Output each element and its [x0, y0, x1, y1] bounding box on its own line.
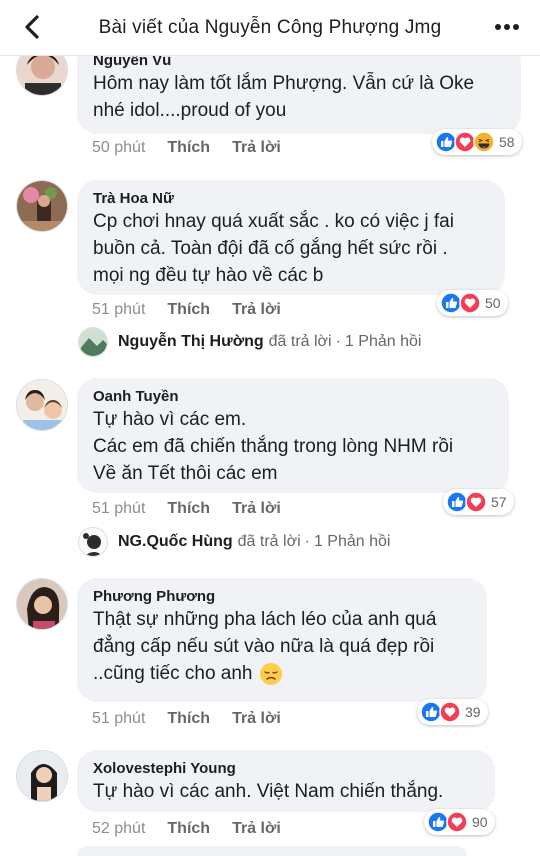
comment-meta: 51 phút Thích Trả lời [92, 710, 281, 728]
reply-count: 1 Phản hồi [344, 333, 422, 350]
comment-text-line: Tự hào vì các em. [93, 409, 247, 430]
comment-text-line: nhé idol....proud of you [93, 100, 287, 121]
reaction-summary[interactable]: 39 [417, 699, 488, 725]
comment-timestamp: 50 phút [92, 139, 146, 156]
reply-button[interactable]: Trả lời [232, 301, 281, 319]
reply-count: 1 Phản hồi [313, 533, 391, 550]
comment-timestamp: 51 phút [92, 500, 146, 517]
comment-timestamp: 52 phút [92, 820, 146, 837]
avatar [78, 327, 108, 357]
love-reaction-icon [446, 811, 468, 833]
avatar[interactable] [16, 750, 68, 802]
comment-text-line: Hôm nay làm tốt lắm Phượng. Vẫn cứ là Ok… [93, 73, 475, 94]
chevron-left-icon[interactable] [18, 12, 48, 42]
reaction-summary[interactable]: 58 [432, 129, 522, 155]
more-horizontal-icon[interactable] [494, 14, 520, 40]
comment-author[interactable]: Trà Hoa Nữ [93, 189, 489, 208]
comment-text-line: buồn cả. Toàn đội đã cố gắng hết sức rồi… [93, 238, 448, 259]
reaction-count: 58 [499, 134, 515, 150]
like-button[interactable]: Thích [167, 710, 210, 728]
reply-button[interactable]: Trả lời [232, 139, 281, 157]
comment-text-line: Về ăn Tết thôi các em [93, 463, 278, 484]
avatar[interactable] [16, 379, 68, 431]
comment-text-line: Tự hào vì các anh. Việt Nam chiến thắng. [93, 781, 444, 802]
love-reaction-icon [465, 491, 487, 513]
comment-text-line: mọi ng đều tự hào về các b [93, 265, 324, 286]
comment-text-line: Thật sự những pha lách léo của anh quá [93, 609, 437, 630]
next-comment-bubble-partial [77, 846, 467, 856]
reply-author: Nguyễn Thị Hường [118, 333, 264, 350]
comment-meta: 50 phút Thích Trả lời [92, 139, 281, 157]
like-button[interactable]: Thích [167, 500, 210, 518]
like-button[interactable]: Thích [167, 820, 210, 838]
reply-button[interactable]: Trả lời [232, 820, 281, 838]
avatar[interactable] [16, 180, 68, 232]
comment-author[interactable]: Phương Phương [93, 587, 471, 606]
separator: · [304, 533, 310, 550]
avatar [78, 527, 108, 557]
reaction-count: 90 [472, 814, 488, 830]
reaction-summary[interactable]: 50 [437, 290, 508, 316]
avatar[interactable] [16, 578, 68, 630]
reply-button[interactable]: Trả lời [232, 500, 281, 518]
reply-action-text: đã trả lời [268, 333, 332, 350]
reply-author: NG.Quốc Hùng [118, 533, 233, 550]
reaction-count: 50 [485, 295, 501, 311]
separator: · [335, 333, 341, 350]
comment-author[interactable]: Xolovestephi Young [93, 759, 479, 778]
reaction-summary[interactable]: 57 [443, 489, 514, 515]
reaction-count: 57 [491, 494, 507, 510]
comment-bubble[interactable]: Oanh Tuyền Tự hào vì các em. Các em đã c… [77, 378, 509, 493]
like-button[interactable]: Thích [167, 301, 210, 319]
comment-meta: 51 phút Thích Trả lời [92, 301, 281, 319]
comment-timestamp: 51 phút [92, 301, 146, 318]
reaction-summary[interactable]: 90 [424, 809, 495, 835]
comment-text-line: ..cũng tiếc cho anh [93, 660, 471, 687]
love-reaction-icon [439, 701, 461, 723]
replies-link[interactable]: Nguyễn Thị Hường đã trả lời · 1 Phản hồi [78, 327, 421, 357]
comment-text-line: Cp chơi hnay quá xuất sắc . ko có việc j… [93, 211, 454, 232]
comment-timestamp: 51 phút [92, 710, 146, 727]
comment-bubble[interactable]: Phương Phương Thật sự những pha lách léo… [77, 578, 487, 702]
comment-text-fragment: ..cũng tiếc cho anh [93, 663, 253, 684]
comment-meta: 51 phút Thích Trả lời [92, 500, 281, 518]
disappointed-face-icon [259, 662, 282, 685]
top-navigation-bar: Bài viết của Nguyễn Công Phượng Jmg [0, 0, 540, 56]
reply-action-text: đã trả lời [237, 533, 301, 550]
comment-author[interactable]: Oanh Tuyền [93, 387, 493, 406]
comment-text-line: đẳng cấp nếu sút vào nữa là quá đẹp rồi [93, 636, 435, 657]
reaction-count: 39 [465, 704, 481, 720]
like-button[interactable]: Thích [167, 139, 210, 157]
comment-bubble[interactable]: Trà Hoa Nữ Cp chơi hnay quá xuất sắc . k… [77, 180, 505, 295]
love-reaction-icon [459, 292, 481, 314]
reply-button[interactable]: Trả lời [232, 710, 281, 728]
comment-meta: 52 phút Thích Trả lời [92, 820, 281, 838]
page-title: Bài viết của Nguyễn Công Phượng Jmg [98, 16, 442, 38]
comment-text-line: Các em đã chiến thắng trong lòng NHM rồi [93, 436, 454, 457]
comment-bubble[interactable]: Xolovestephi Young Tự hào vì các anh. Vi… [77, 750, 495, 812]
replies-link[interactable]: NG.Quốc Hùng đã trả lời · 1 Phản hồi [78, 527, 390, 557]
haha-reaction-icon [473, 131, 495, 153]
